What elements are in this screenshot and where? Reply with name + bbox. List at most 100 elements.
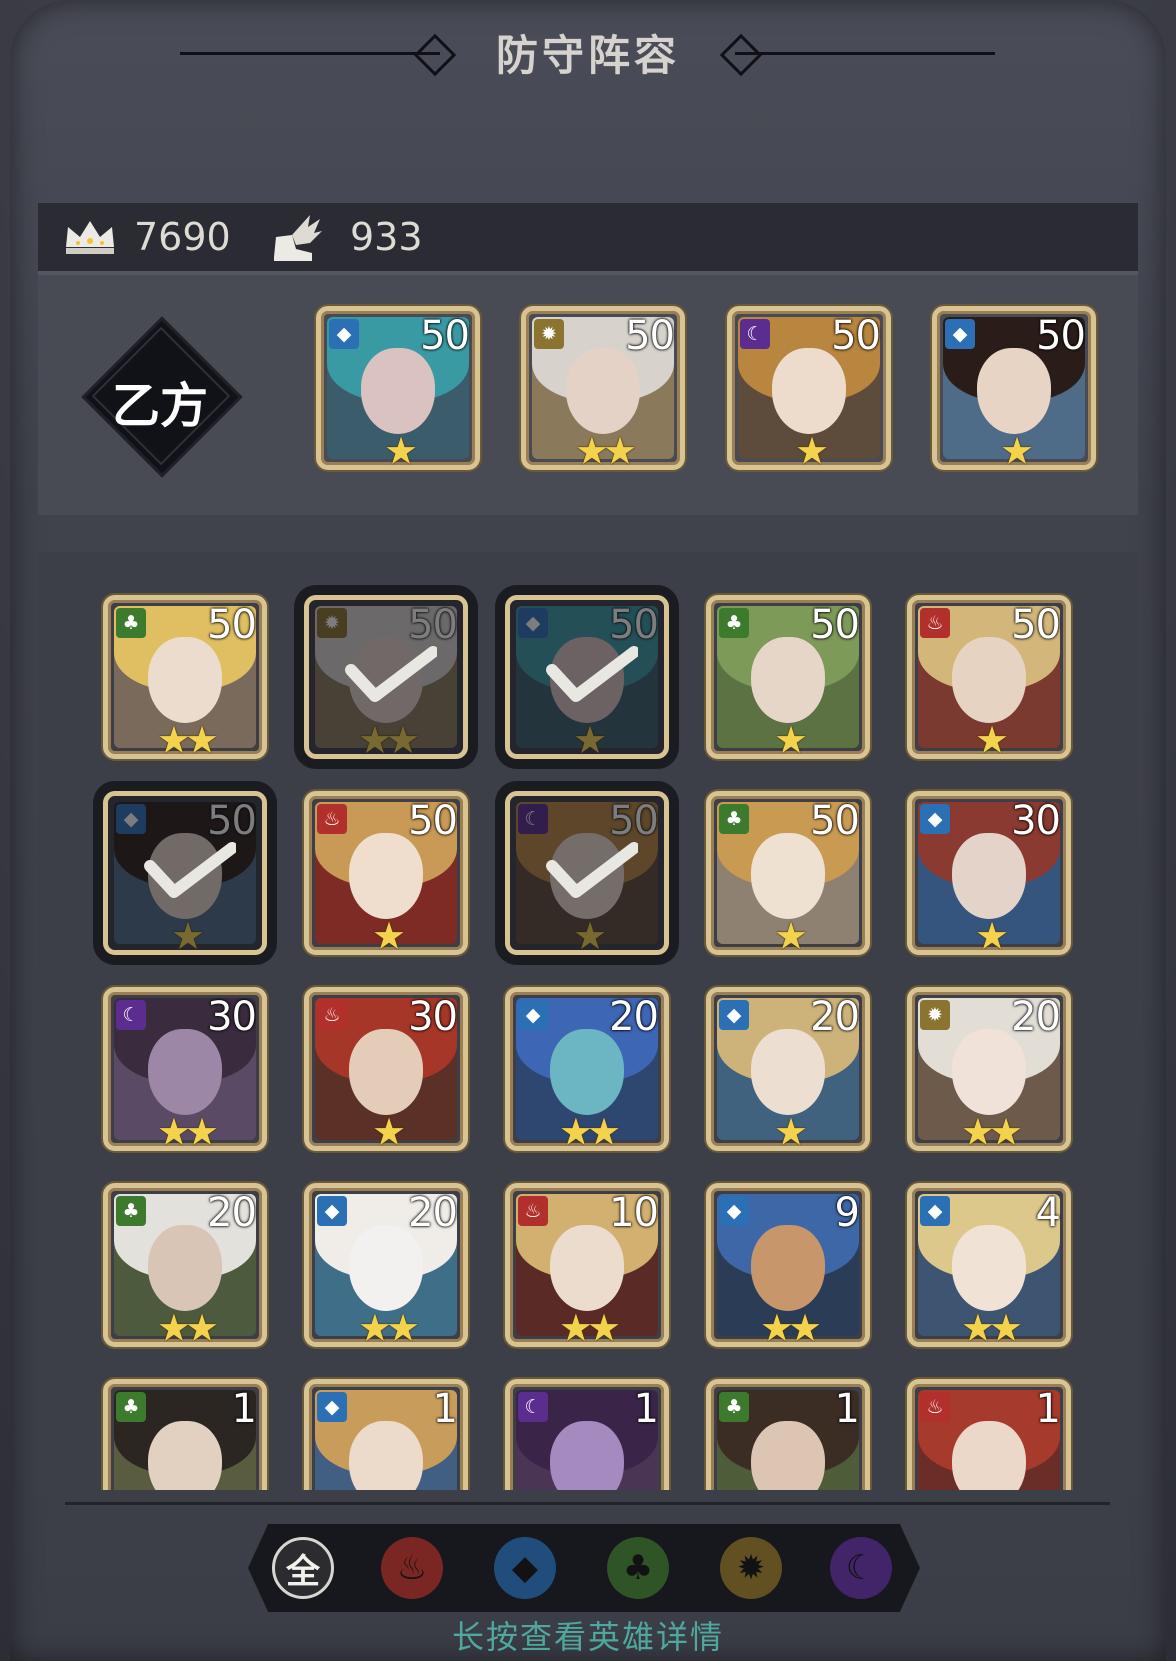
hero-stars: ★ xyxy=(773,1110,808,1151)
hero-card[interactable]: ◆50★ xyxy=(103,791,267,955)
hero-stars: ★ xyxy=(999,429,1034,470)
team-label: 乙方 xyxy=(111,378,208,434)
fire-element-icon: ♨ xyxy=(920,608,950,638)
all-filter-label: 全 xyxy=(286,1551,320,1592)
hero-card[interactable]: ♨ 30 ★ xyxy=(304,987,468,1151)
checkmark-icon xyxy=(546,842,640,906)
hero-stars: ★ xyxy=(974,914,1009,955)
dark-filter-icon[interactable]: ☾ xyxy=(830,1537,892,1599)
team-slot-1[interactable]: ◆ 50 ★ xyxy=(316,306,480,470)
checkmark-icon xyxy=(546,646,640,710)
water-filter-icon[interactable]: ◆ xyxy=(494,1537,556,1599)
fire-element-icon: ♨ xyxy=(920,1392,950,1422)
hero-card[interactable]: ♣1★ xyxy=(706,1379,870,1490)
speed-stat: 933 xyxy=(266,203,423,271)
hero-level: 30 xyxy=(408,994,458,1040)
hero-card[interactable]: ♨ 50 ★ xyxy=(907,595,1071,759)
nature-filter-icon[interactable]: ♣ xyxy=(607,1537,669,1599)
hero-face xyxy=(751,832,825,919)
checkmark-icon xyxy=(345,646,439,710)
hero-level: 30 xyxy=(207,994,257,1040)
all-filter-button[interactable]: 全 xyxy=(272,1537,334,1599)
winged-boot-icon xyxy=(266,209,324,265)
title-divider-right xyxy=(735,52,995,55)
hero-card[interactable]: ♨1★ xyxy=(907,1379,1071,1490)
fire-filter-icon[interactable]: ♨ xyxy=(381,1537,443,1599)
speed-value: 933 xyxy=(350,215,423,259)
hero-face xyxy=(550,1420,624,1490)
hero-card[interactable]: ☾ 30 ★★ xyxy=(103,987,267,1151)
hero-card[interactable]: ◆1★ xyxy=(304,1379,468,1490)
hero-face xyxy=(751,1028,825,1115)
hero-level: 1 xyxy=(231,1386,257,1432)
hero-card[interactable]: ◆ 20 ★★ xyxy=(304,1183,468,1347)
hero-face xyxy=(349,1420,423,1490)
hero-card[interactable]: ☾50★ xyxy=(505,791,669,955)
crown-icon xyxy=(62,217,118,257)
hero-card[interactable]: ◆50★ xyxy=(505,595,669,759)
hero-face xyxy=(148,1028,222,1115)
hero-card[interactable]: ☾1★ xyxy=(505,1379,669,1490)
hero-card[interactable]: ✹50★★ xyxy=(304,595,468,759)
hero-face xyxy=(361,347,435,434)
title-bar: 防守阵容 xyxy=(0,10,1176,80)
hero-level: 4 xyxy=(1035,1190,1061,1236)
hero-level: 20 xyxy=(207,1190,257,1236)
water-element-icon: ◆ xyxy=(920,1196,950,1226)
hero-face xyxy=(772,347,846,434)
hero-level: 1 xyxy=(1035,1386,1061,1432)
hero-level: 10 xyxy=(609,1190,659,1236)
hero-face xyxy=(952,832,1026,919)
hero-card[interactable]: ♣ 50 ★ xyxy=(706,791,870,955)
hero-face xyxy=(952,1420,1026,1490)
hero-card[interactable]: ✹ 20 ★★ xyxy=(907,987,1071,1151)
hero-face xyxy=(952,1224,1026,1311)
hero-stars: ★★ xyxy=(156,718,219,759)
hero-roster-scroll[interactable]: ♣50★★✹50★★◆50★♣50★♨50★◆50★♨50★☾50★♣50★◆3… xyxy=(0,575,1176,1490)
hero-stars: ★★ xyxy=(558,1306,621,1347)
nature-element-icon: ♣ xyxy=(116,1196,146,1226)
hero-card[interactable]: ◆ 4 ★★ xyxy=(907,1183,1071,1347)
hero-face xyxy=(550,1224,624,1311)
team-slot-2[interactable]: ✹ 50 ★★ xyxy=(521,306,685,470)
page-title: 防守阵容 xyxy=(495,31,680,80)
hero-face xyxy=(952,636,1026,723)
hero-stars: ★ xyxy=(974,718,1009,759)
hero-card[interactable]: ◆ 20 ★ xyxy=(706,987,870,1151)
hero-face xyxy=(566,347,640,434)
hero-level: 50 xyxy=(408,798,458,844)
dark-element-icon: ☾ xyxy=(116,1000,146,1030)
nature-element-icon: ♣ xyxy=(719,804,749,834)
nature-element-icon: ♣ xyxy=(116,608,146,638)
hero-stars: ★★ xyxy=(357,1306,420,1347)
hero-card[interactable]: ♣ 50 ★★ xyxy=(103,595,267,759)
fire-element-icon: ♨ xyxy=(317,804,347,834)
hero-card[interactable]: ♣ 20 ★★ xyxy=(103,1183,267,1347)
hero-level: 50 xyxy=(625,313,675,359)
hero-face xyxy=(952,1028,1026,1115)
nature-element-icon: ♣ xyxy=(719,1392,749,1422)
hero-card[interactable]: ◆ 30 ★ xyxy=(907,791,1071,955)
hero-level: 20 xyxy=(810,994,860,1040)
hero-stars: ★ xyxy=(371,914,406,955)
team-slot-3[interactable]: ☾ 50 ★ xyxy=(727,306,891,470)
hero-stars: ★★ xyxy=(156,1306,219,1347)
hero-level: 1 xyxy=(834,1386,860,1432)
hero-face xyxy=(751,1420,825,1490)
hero-face xyxy=(349,1028,423,1115)
dark-element-icon: ☾ xyxy=(518,1392,548,1422)
hero-stars: ★★ xyxy=(574,429,637,470)
hero-face xyxy=(148,636,222,723)
hero-card[interactable]: ◆ 9 ★★ xyxy=(706,1183,870,1347)
hero-card[interactable]: ♨ 10 ★★ xyxy=(505,1183,669,1347)
roster-divider xyxy=(65,1502,1110,1505)
hero-card[interactable]: ♨ 50 ★ xyxy=(304,791,468,955)
dark-element-icon: ☾ xyxy=(740,319,770,349)
light-filter-icon[interactable]: ✹ xyxy=(720,1537,782,1599)
checkmark-icon xyxy=(144,842,238,906)
hero-level: 30 xyxy=(1011,798,1061,844)
hero-card[interactable]: ♣ 50 ★ xyxy=(706,595,870,759)
team-slot-4[interactable]: ◆ 50 ★ xyxy=(932,306,1096,470)
hero-card[interactable]: ◆ 20 ★★ xyxy=(505,987,669,1151)
hero-card[interactable]: ♣1★ xyxy=(103,1379,267,1490)
